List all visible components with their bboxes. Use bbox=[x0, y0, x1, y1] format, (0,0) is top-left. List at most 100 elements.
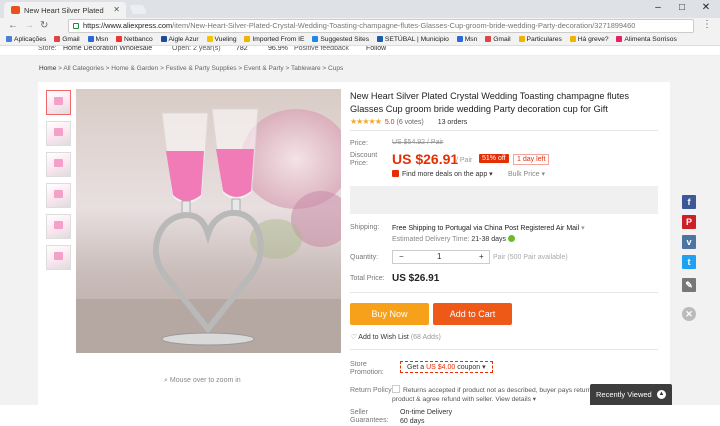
stock-available: Pair (500 Pair available) bbox=[493, 254, 568, 261]
facebook-share-icon[interactable]: f bbox=[682, 195, 696, 209]
bookmark-item[interactable]: Gmail bbox=[54, 34, 80, 45]
minimize-icon[interactable]: – bbox=[648, 0, 668, 16]
guarantee-info: On-time Delivery 60 days bbox=[400, 409, 453, 425]
browser-tab[interactable]: New Heart Silver Plated ✕ bbox=[4, 2, 126, 18]
pinterest-share-icon[interactable]: P bbox=[682, 215, 696, 229]
store-score: 782 bbox=[236, 46, 248, 52]
store-info-bar: Store: Home Decoration Wholesale Open: 2… bbox=[0, 46, 720, 56]
address-bar[interactable]: https://www.aliexpress.com/item/New-Hear… bbox=[68, 19, 694, 33]
tab-title: New Heart Silver Plated bbox=[24, 6, 104, 15]
buy-now-button[interactable]: Buy Now bbox=[350, 303, 429, 325]
discount-label: Discount Price: bbox=[350, 152, 378, 167]
browser-tab-strip: New Heart Silver Plated ✕ – □ ✕ bbox=[0, 0, 720, 18]
chevron-up-icon: ▲ bbox=[657, 390, 666, 399]
shipping-label: Shipping: bbox=[350, 224, 380, 231]
reload-icon[interactable]: ↻ bbox=[40, 19, 48, 33]
breadcrumb-item[interactable]: All Categories bbox=[63, 65, 103, 72]
price-panel-bg bbox=[350, 186, 658, 214]
product-thumbnail[interactable] bbox=[46, 214, 71, 239]
product-thumbnail[interactable] bbox=[46, 121, 71, 146]
increase-button[interactable]: + bbox=[479, 252, 484, 261]
phone-icon bbox=[392, 170, 399, 177]
shipping-method-dropdown[interactable]: Free Shipping to Portugal via China Post… bbox=[392, 224, 585, 232]
quantity-label: Quantity: bbox=[350, 254, 379, 261]
discount-price: US $26.91 bbox=[392, 151, 459, 167]
store-name-link[interactable]: Home Decoration Wholesale bbox=[63, 46, 152, 52]
product-thumbnail[interactable] bbox=[46, 183, 71, 208]
url-path: /item/New-Heart-Silver-Plated-Crystal-We… bbox=[172, 21, 636, 30]
back-icon[interactable]: ← bbox=[8, 19, 18, 33]
product-thumbnail[interactable] bbox=[46, 152, 71, 177]
breadcrumb-item[interactable]: Festive & Party Supplies bbox=[166, 65, 237, 72]
url-domain: https://www.aliexpress.com bbox=[83, 21, 173, 30]
twitter-share-icon[interactable]: t bbox=[682, 255, 696, 269]
bookmark-item[interactable]: Há greve? bbox=[569, 34, 609, 45]
bookmark-item[interactable]: Alimenta Sorrisos bbox=[616, 34, 677, 45]
bookmark-item[interactable]: Netbanco bbox=[116, 34, 153, 45]
browser-menu-icon[interactable]: ⋮ bbox=[702, 19, 712, 30]
help-icon[interactable] bbox=[508, 235, 516, 242]
bookmark-item[interactable]: Vueling bbox=[206, 34, 237, 45]
original-price: US $54.92 / Pair bbox=[392, 139, 444, 146]
product-page: Home > All Categories > Home & Garden > … bbox=[0, 56, 720, 425]
address-toolbar: ← → ↻ https://www.aliexpress.com/item/Ne… bbox=[0, 18, 720, 34]
discount-badge: 51% off bbox=[479, 154, 509, 163]
rating-stars-icon: ★★★★★ bbox=[350, 117, 382, 126]
product-thumbnail[interactable] bbox=[46, 90, 71, 115]
product-title: New Heart Silver Plated Crystal Wedding … bbox=[350, 91, 629, 114]
bookmark-item[interactable]: Imported From IE bbox=[244, 34, 304, 45]
vk-share-icon[interactable]: v bbox=[682, 235, 696, 249]
store-label: Store: bbox=[38, 46, 57, 52]
divider bbox=[350, 130, 658, 131]
rating-score[interactable]: 5.0 bbox=[385, 119, 395, 126]
breadcrumb-item[interactable]: Cups bbox=[328, 65, 343, 72]
app-deals-link[interactable]: Find more deals on the app ▾ bbox=[392, 170, 493, 178]
bookmark-item[interactable]: SETÚBAL | Municipio bbox=[376, 34, 449, 45]
price-label: Price: bbox=[350, 140, 368, 147]
follow-button[interactable]: Follow bbox=[366, 46, 386, 52]
bulk-price-dropdown[interactable]: Bulk Price ▾ bbox=[508, 170, 545, 178]
breadcrumb-item[interactable]: Home & Garden bbox=[111, 65, 158, 72]
quantity-stepper: − 1 + bbox=[392, 250, 490, 264]
bookmark-item[interactable]: Particulares bbox=[518, 34, 562, 45]
bookmarks-bar: Aplicações Gmail Msn Netbanco Aigle Azur… bbox=[0, 34, 720, 46]
rating-votes[interactable]: (6 votes) bbox=[397, 119, 424, 126]
add-to-wishlist-link[interactable]: ♡ Add to Wish List (68 Adds) bbox=[350, 333, 441, 341]
bookmark-item[interactable]: Suggested Sites bbox=[312, 34, 369, 45]
quantity-input[interactable]: 1 bbox=[437, 252, 441, 261]
orders-count: 13 orders bbox=[437, 119, 468, 126]
aliexpress-favicon-icon bbox=[11, 6, 20, 14]
product-thumbnail[interactable] bbox=[46, 245, 71, 270]
delivery-estimate: Estimated Delivery Time: 21-38 days bbox=[392, 235, 516, 243]
add-to-cart-button[interactable]: Add to Cart bbox=[433, 303, 512, 325]
bookmark-item[interactable]: Msn bbox=[456, 34, 477, 45]
maximize-icon[interactable]: □ bbox=[672, 0, 692, 16]
bookmark-item[interactable]: Aplicações bbox=[6, 34, 46, 45]
breadcrumb-home[interactable]: Home bbox=[39, 65, 56, 72]
store-promotion-label: Store Promotion: bbox=[350, 361, 384, 376]
breadcrumb-item[interactable]: Event & Party bbox=[244, 65, 284, 72]
decrease-button[interactable]: − bbox=[399, 252, 404, 261]
zoom-hint: ⌕ Mouse over to zoom in bbox=[164, 377, 241, 384]
product-main-image[interactable] bbox=[76, 89, 341, 353]
close-tab-icon[interactable]: ✕ bbox=[113, 5, 120, 14]
close-share-icon[interactable]: ✕ bbox=[682, 307, 696, 321]
heart-icon: ♡ bbox=[350, 334, 357, 341]
bookmark-item[interactable]: Aigle Azur bbox=[160, 34, 199, 45]
rating-row: ★★★★★ 5.0 (6 votes) 13 orders bbox=[350, 117, 467, 126]
bookmark-item[interactable]: Msn bbox=[87, 34, 108, 45]
new-tab-button[interactable] bbox=[129, 5, 147, 14]
view-details-link[interactable]: View details bbox=[495, 396, 531, 403]
breadcrumb-item[interactable]: Tableware bbox=[291, 65, 321, 72]
divider bbox=[350, 349, 658, 350]
product-detail-card: ⌕ Mouse over to zoom in New Heart Silver… bbox=[38, 82, 670, 425]
total-price-label: Total Price: bbox=[350, 275, 385, 282]
feedback-label: Positive feedback bbox=[294, 46, 349, 52]
recently-viewed-tab[interactable]: Recently Viewed ▲ bbox=[590, 384, 672, 405]
forward-icon[interactable]: → bbox=[24, 19, 34, 33]
coupon-button[interactable]: Get a US $4.00 coupon ▾ bbox=[400, 361, 493, 373]
close-window-icon[interactable]: ✕ bbox=[696, 0, 716, 16]
edit-icon[interactable]: ✎ bbox=[682, 278, 696, 292]
return-icon bbox=[392, 385, 400, 393]
bookmark-item[interactable]: Gmail bbox=[485, 34, 511, 45]
